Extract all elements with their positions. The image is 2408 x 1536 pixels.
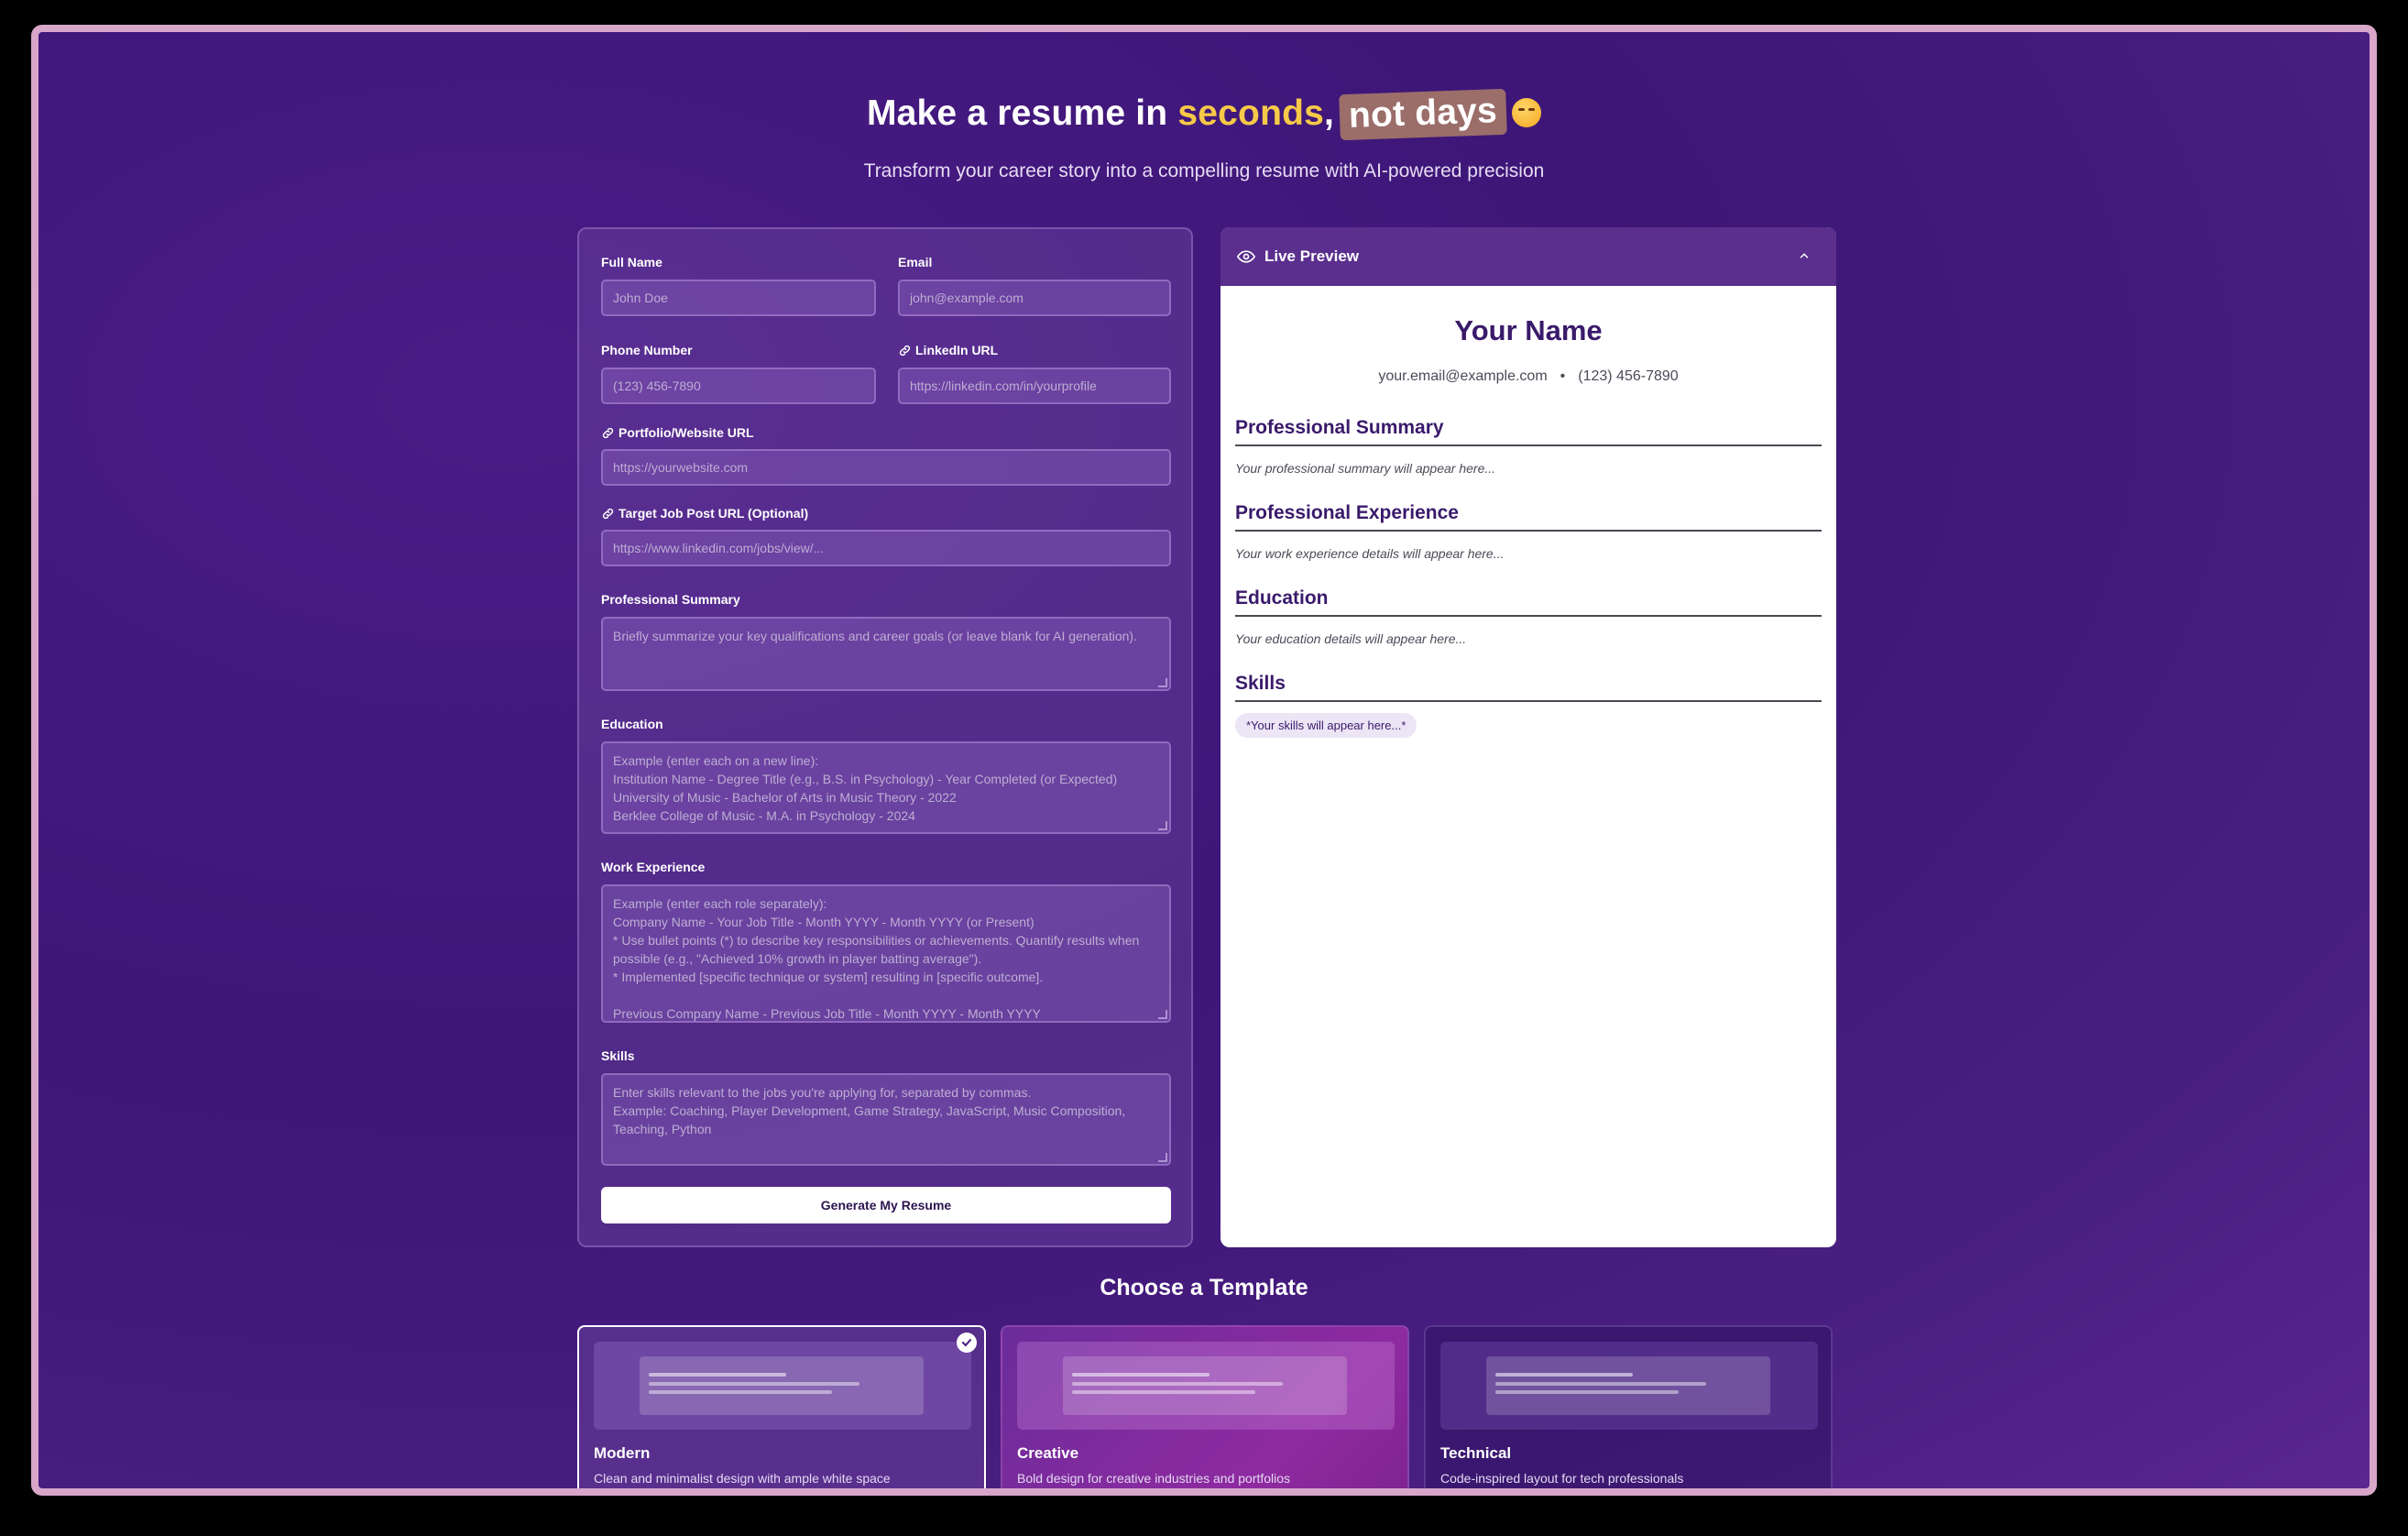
- live-preview-header[interactable]: Live Preview: [1220, 227, 1836, 286]
- summary-textarea[interactable]: Briefly summarize your key qualification…: [601, 617, 1171, 691]
- linkedin-label-text: LinkedIn URL: [915, 343, 999, 357]
- phone-label: Phone Number: [601, 343, 693, 357]
- template-thumbnail: [1440, 1342, 1818, 1430]
- preview-skills-chip: *Your skills will appear here...*: [1235, 713, 1417, 738]
- hero-title-highlight: seconds: [1177, 93, 1325, 133]
- job-post-label-text: Target Job Post URL (Optional): [618, 506, 809, 521]
- preview-name: Your Name: [1454, 314, 1603, 346]
- template-description: Clean and minimalist design with ample w…: [594, 1471, 891, 1486]
- preview-email: your.email@example.com: [1378, 368, 1548, 384]
- template-thumbnail: [1017, 1342, 1395, 1430]
- hero-title-pill: not days: [1339, 88, 1507, 141]
- education-textarea[interactable]: Example (enter each on a new line): Inst…: [601, 741, 1171, 834]
- linkedin-label: LinkedIn URL: [898, 343, 998, 357]
- preview-section-education-title: Education: [1235, 587, 1822, 617]
- preview-education-placeholder: Your education details will appear here.…: [1235, 631, 1467, 646]
- template-description: Bold design for creative industries and …: [1017, 1471, 1291, 1486]
- full-name-input[interactable]: John Doe: [601, 280, 876, 316]
- experience-label: Work Experience: [601, 860, 706, 874]
- template-description: Code-inspired layout for tech profession…: [1440, 1471, 1684, 1486]
- link-icon: [602, 508, 614, 519]
- education-label: Education: [601, 717, 663, 731]
- preview-phone: (123) 456-7890: [1578, 368, 1679, 384]
- skills-textarea[interactable]: Enter skills relevant to the jobs you're…: [601, 1073, 1171, 1166]
- preview-section-summary-title: Professional Summary: [1235, 417, 1822, 446]
- hero-subtitle: Transform your career story into a compe…: [863, 160, 1545, 181]
- link-icon: [899, 345, 911, 356]
- chevron-up-icon[interactable]: [1798, 249, 1811, 262]
- check-icon: [957, 1333, 977, 1353]
- summary-label: Professional Summary: [601, 592, 740, 607]
- live-preview-panel: Live Preview Your Name your.email@exampl…: [1220, 227, 1836, 1247]
- preview-separator: •: [1560, 368, 1566, 384]
- template-name: Creative: [1017, 1444, 1079, 1462]
- preview-contact: your.email@example.com • (123) 456-7890: [1220, 368, 1836, 385]
- template-card-technical[interactable]: Technical Code-inspired layout for tech …: [1424, 1325, 1833, 1488]
- template-thumbnail-page: [1486, 1356, 1770, 1415]
- hero-title-text: Make a resume in: [866, 93, 1178, 133]
- template-card-creative[interactable]: Creative Bold design for creative indust…: [1001, 1325, 1409, 1488]
- preview-section-experience-title: Professional Experience: [1235, 502, 1822, 532]
- template-name: Modern: [594, 1444, 651, 1462]
- link-icon: [602, 427, 614, 438]
- linkedin-input[interactable]: https://linkedin.com/in/yourprofile: [898, 368, 1171, 404]
- portfolio-label: Portfolio/Website URL: [601, 425, 754, 440]
- choose-template-title: Choose a Template: [1100, 1275, 1308, 1300]
- email-input[interactable]: john@example.com: [898, 280, 1171, 316]
- portfolio-input[interactable]: https://yourwebsite.com: [601, 449, 1171, 486]
- eye-icon: [1237, 250, 1255, 263]
- live-preview-title: Live Preview: [1264, 247, 1360, 265]
- yawning-face-icon: [1512, 98, 1542, 127]
- job-post-input[interactable]: https://www.linkedin.com/jobs/view/...: [601, 530, 1171, 566]
- resume-form: Full Name John Doe Email john@example.co…: [577, 227, 1193, 1247]
- template-card-modern[interactable]: Modern Clean and minimalist design with …: [577, 1325, 986, 1488]
- template-thumbnail: [594, 1342, 971, 1430]
- preview-section-skills-title: Skills: [1235, 673, 1822, 702]
- hero-title-comma: ,: [1324, 93, 1335, 133]
- app-frame: Make a resume in seconds, not days Transf…: [31, 25, 2377, 1496]
- experience-textarea[interactable]: Example (enter each role separately): Co…: [601, 884, 1171, 1023]
- template-thumbnail-page: [640, 1356, 924, 1415]
- preview-experience-placeholder: Your work experience details will appear…: [1235, 546, 1505, 561]
- preview-summary-placeholder: Your professional summary will appear he…: [1235, 461, 1496, 476]
- skills-label: Skills: [601, 1048, 635, 1063]
- hero-title: Make a resume in seconds, not days: [38, 88, 2370, 141]
- job-post-label: Target Job Post URL (Optional): [601, 506, 808, 521]
- generate-resume-button[interactable]: Generate My Resume: [601, 1187, 1171, 1223]
- template-thumbnail-page: [1063, 1356, 1347, 1415]
- email-label: Email: [898, 255, 933, 269]
- full-name-label: Full Name: [601, 255, 662, 269]
- portfolio-label-text: Portfolio/Website URL: [618, 425, 754, 440]
- template-name: Technical: [1440, 1444, 1512, 1462]
- phone-input[interactable]: (123) 456-7890: [601, 368, 876, 404]
